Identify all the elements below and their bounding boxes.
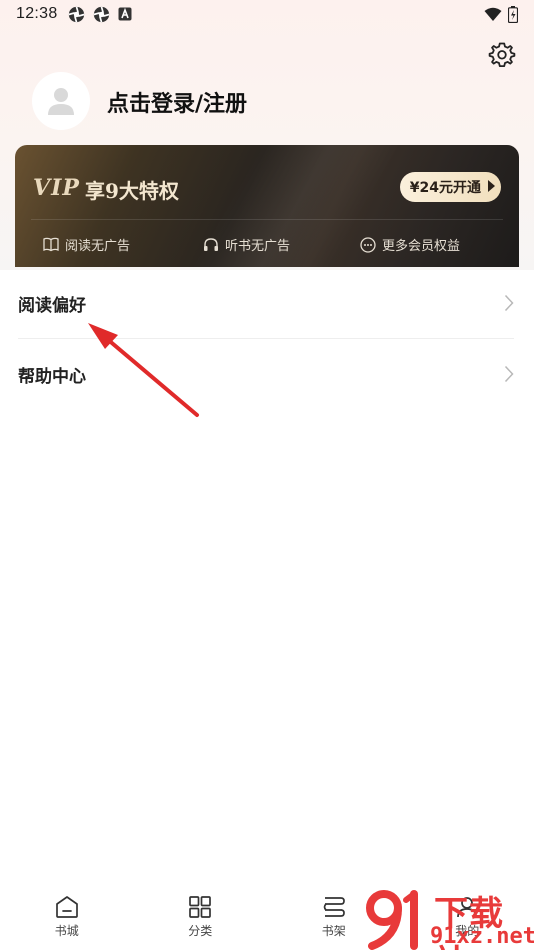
vip-open-button[interactable]: ¥24元开通	[399, 172, 501, 202]
gear-icon	[488, 42, 516, 67]
nav-item-label: 书架	[321, 924, 346, 938]
vip-perk-label: 听书无广告	[225, 239, 291, 254]
chevron-right-icon	[504, 294, 514, 312]
vip-card[interactable]: VIP 享9大特权 ¥24元开通 阅读无广告 听书无广告 更多会员权益	[15, 145, 519, 267]
menu-item-help-center[interactable]: 帮助中心	[0, 339, 534, 409]
more-circle-icon	[360, 236, 376, 253]
status-time: 12:38	[16, 5, 58, 22]
vip-perk-no-ads-audio[interactable]: 听书无广告	[203, 235, 290, 254]
vip-perk-no-ads-reading[interactable]: 阅读无广告	[43, 235, 130, 254]
vip-perk-label: 阅读无广告	[65, 239, 131, 254]
vip-title: 享9大特权	[85, 179, 179, 203]
aperture-icon	[93, 6, 110, 23]
status-bar: 12:38	[0, 0, 534, 28]
aperture-icon	[68, 6, 85, 23]
play-arrow-icon	[488, 180, 495, 192]
vip-open-button-label: ¥24元开通	[409, 180, 481, 196]
nav-item-bookstore[interactable]: 书城	[0, 890, 134, 950]
vip-perk-label: 更多会员权益	[382, 239, 461, 254]
user-placeholder-icon	[48, 88, 74, 115]
wifi-icon	[484, 7, 502, 22]
nav-item-label: 书城	[54, 924, 79, 938]
vip-logo: VIP	[33, 175, 80, 201]
book-icon	[43, 237, 59, 252]
login-register-link[interactable]: 点击登录/注册	[107, 86, 247, 118]
watermark-url: 91xz.net	[430, 924, 534, 949]
status-system-icons	[484, 5, 518, 23]
a-badge-icon	[118, 7, 132, 21]
watermark-logo-icon	[366, 890, 418, 950]
bookshelf-icon	[323, 897, 345, 917]
battery-charging-icon	[508, 5, 518, 23]
vip-perk-more-benefits[interactable]: 更多会员权益	[360, 235, 460, 254]
status-notification-icons	[68, 6, 132, 23]
menu-item-reading-preferences[interactable]: 阅读偏好	[0, 268, 534, 338]
grid-icon	[189, 896, 212, 918]
nav-item-categories[interactable]: 分类	[134, 890, 268, 950]
headphones-icon	[204, 238, 218, 251]
settings-button[interactable]	[488, 40, 516, 68]
menu-item-label: 阅读偏好	[18, 295, 86, 316]
watermark: 下载站 91xz.net	[362, 886, 534, 950]
home-icon	[55, 896, 78, 918]
menu-item-label: 帮助中心	[18, 366, 86, 387]
chevron-right-icon	[504, 365, 514, 383]
vip-divider	[31, 219, 503, 220]
nav-item-label: 分类	[188, 924, 213, 938]
avatar[interactable]	[32, 72, 90, 130]
